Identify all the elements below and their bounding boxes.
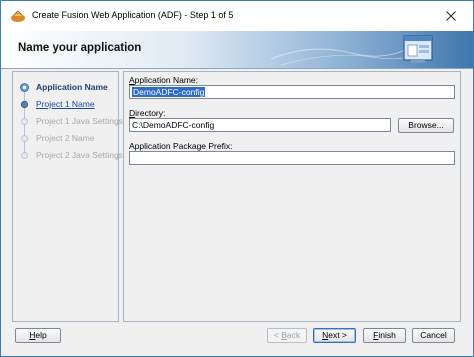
- nav-step-project-1-java-settings: Project 1 Java Settings: [13, 114, 123, 128]
- nav-step-label: Project 2 Java Settings: [36, 150, 123, 160]
- wizard-window-icon: [403, 35, 433, 63]
- close-button[interactable]: [429, 1, 473, 31]
- nav-step-label: Application Name: [36, 82, 108, 92]
- directory-input[interactable]: C:\DemoADFC-config: [129, 118, 391, 132]
- package-prefix-label: Application Package Prefix:: [129, 141, 233, 151]
- nav-step-project-2-java-settings: Project 2 Java Settings: [13, 148, 123, 162]
- wizard-steps-nav: Application Name Project 1 Name Project …: [12, 71, 123, 322]
- form-panel: Application Name: DemoADFC-config Direct…: [123, 71, 461, 322]
- package-prefix-input[interactable]: [129, 151, 455, 165]
- step-icon: [21, 135, 28, 142]
- cancel-button[interactable]: Cancel: [412, 328, 455, 343]
- help-button[interactable]: Help: [15, 328, 61, 343]
- nav-step-application-name[interactable]: Application Name: [13, 80, 119, 94]
- directory-label: Directory:: [129, 108, 166, 118]
- application-name-label: Application Name:: [129, 75, 198, 85]
- step-icon: [20, 100, 29, 109]
- jdeveloper-app-icon: [11, 10, 25, 22]
- nav-step-label: Project 1 Java Settings: [36, 116, 123, 126]
- step-icon: [21, 118, 28, 125]
- step-icon: [21, 152, 28, 159]
- back-button[interactable]: < Back: [267, 328, 307, 343]
- directory-value: C:\DemoADFC-config: [132, 120, 215, 130]
- banner-decoration: [271, 40, 421, 66]
- nav-step-label: Project 2 Name: [36, 133, 95, 143]
- browse-button[interactable]: Browse...: [398, 118, 454, 133]
- title-bar: Create Fusion Web Application (ADF) - St…: [1, 1, 473, 31]
- application-name-input[interactable]: DemoADFC-config: [129, 85, 455, 99]
- wizard-window: Create Fusion Web Application (ADF) - St…: [0, 0, 474, 357]
- current-step-icon: [20, 83, 29, 92]
- nav-step-project-2-name: Project 2 Name: [13, 131, 119, 145]
- nav-step-label[interactable]: Project 1 Name: [36, 99, 95, 109]
- finish-button[interactable]: Finish: [363, 328, 406, 343]
- close-icon[interactable]: [446, 11, 456, 21]
- header-banner: Name your application: [1, 31, 473, 69]
- next-button[interactable]: Next >: [313, 328, 356, 343]
- page-title: Name your application: [18, 42, 142, 54]
- nav-step-project-1-name[interactable]: Project 1 Name: [13, 97, 119, 111]
- window-title: Create Fusion Web Application (ADF) - St…: [32, 10, 234, 20]
- application-name-value: DemoADFC-config: [132, 87, 206, 97]
